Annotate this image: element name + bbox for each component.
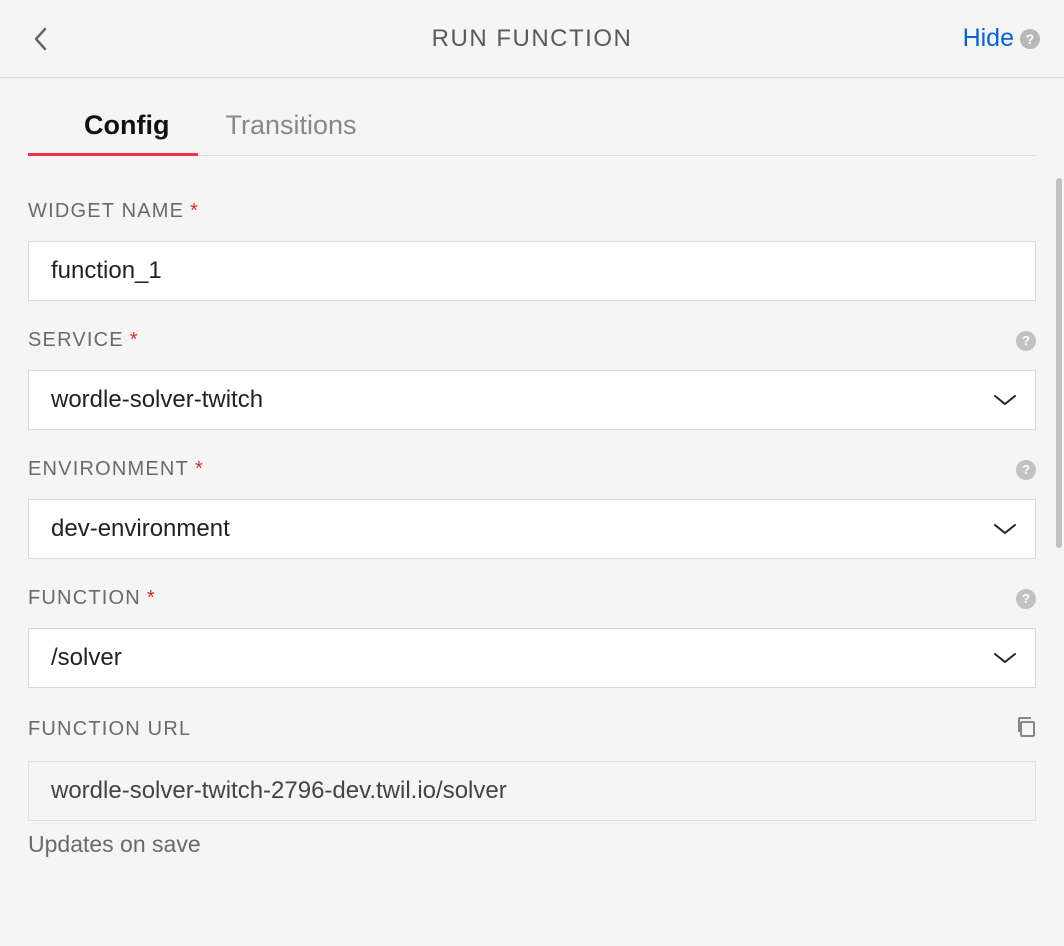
function-url-value: wordle-solver-twitch-2796-dev.twil.io/so… (51, 777, 507, 805)
field-function-url: FUNCTION URL wordle-solver-twitch-2796-d… (28, 716, 1036, 858)
chevron-down-icon (993, 393, 1017, 407)
required-marker: * (195, 458, 204, 480)
label-text: WIDGET NAME (28, 200, 184, 222)
environment-select[interactable]: dev-environment (28, 499, 1036, 559)
function-select[interactable]: /solver (28, 628, 1036, 688)
function-url-label: FUNCTION URL (28, 718, 191, 741)
panel-content: Config Transitions WIDGET NAME * SERVICE *… (0, 102, 1064, 858)
help-icon[interactable]: ? (1016, 589, 1036, 609)
field-service: SERVICE * ? wordle-solver-twitch (28, 329, 1036, 430)
field-function: FUNCTION * ? /solver (28, 587, 1036, 688)
chevron-left-icon (33, 27, 47, 51)
label-row: WIDGET NAME * (28, 200, 1036, 223)
chevron-down-icon (993, 522, 1017, 536)
service-label: SERVICE * (28, 329, 139, 352)
label-row: FUNCTION URL (28, 716, 1036, 743)
help-icon[interactable]: ? (1016, 460, 1036, 480)
required-marker: * (130, 329, 139, 351)
help-icon[interactable]: ? (1016, 331, 1036, 351)
tabs: Config Transitions (28, 102, 1036, 156)
service-value: wordle-solver-twitch (51, 386, 263, 414)
function-url-display: wordle-solver-twitch-2796-dev.twil.io/so… (28, 761, 1036, 821)
copy-icon[interactable] (1016, 716, 1036, 743)
environment-label: ENVIRONMENT * (28, 458, 204, 481)
function-url-hint: Updates on save (28, 831, 1036, 858)
hide-group: Hide ? (963, 24, 1040, 53)
scrollbar[interactable] (1054, 78, 1064, 946)
config-form: WIDGET NAME * SERVICE * ? wordle-solver-tw… (28, 156, 1036, 858)
label-text: FUNCTION URL (28, 718, 191, 740)
environment-value: dev-environment (51, 515, 230, 543)
back-button[interactable] (22, 21, 58, 57)
field-widget-name: WIDGET NAME * (28, 200, 1036, 301)
label-row: ENVIRONMENT * ? (28, 458, 1036, 481)
widget-name-input[interactable] (28, 241, 1036, 301)
function-value: /solver (51, 644, 122, 672)
tab-transitions[interactable]: Transitions (225, 102, 356, 155)
panel-header: RUN FUNCTION Hide ? (0, 0, 1064, 78)
function-label: FUNCTION * (28, 587, 156, 610)
required-marker: * (190, 200, 199, 222)
field-environment: ENVIRONMENT * ? dev-environment (28, 458, 1036, 559)
required-marker: * (147, 587, 156, 609)
widget-name-label: WIDGET NAME * (28, 200, 199, 223)
panel-title: RUN FUNCTION (432, 25, 633, 53)
label-text: FUNCTION (28, 587, 141, 609)
label-row: FUNCTION * ? (28, 587, 1036, 610)
label-row: SERVICE * ? (28, 329, 1036, 352)
help-icon[interactable]: ? (1020, 29, 1040, 49)
tab-config[interactable]: Config (84, 102, 169, 155)
chevron-down-icon (993, 651, 1017, 665)
label-text: SERVICE (28, 329, 124, 351)
label-text: ENVIRONMENT (28, 458, 189, 480)
hide-link[interactable]: Hide (963, 24, 1014, 53)
scrollbar-thumb[interactable] (1056, 178, 1062, 548)
service-select[interactable]: wordle-solver-twitch (28, 370, 1036, 430)
